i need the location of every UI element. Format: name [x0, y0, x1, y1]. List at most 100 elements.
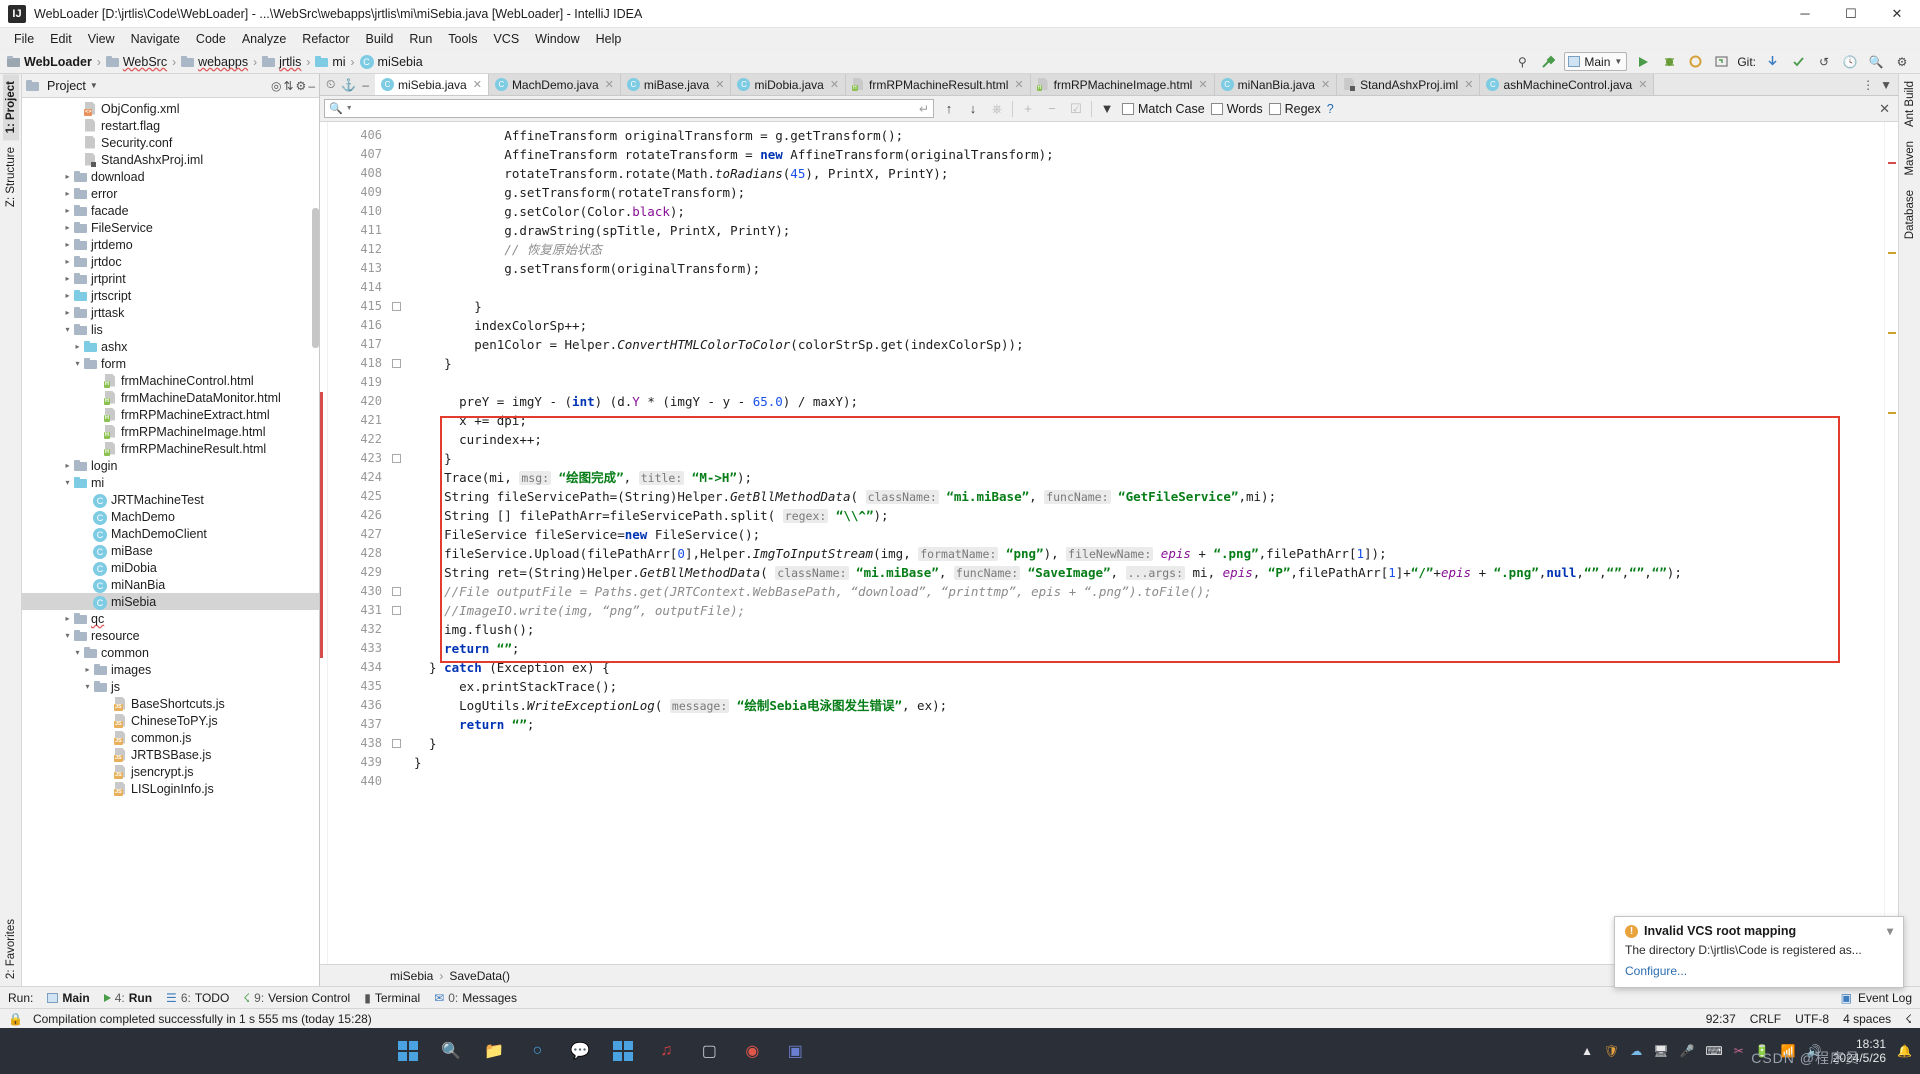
- code-line[interactable]: x += dpi;: [408, 411, 1884, 430]
- commit-icon[interactable]: [1788, 53, 1808, 71]
- tree-item[interactable]: HfrmMachineDataMonitor.html: [22, 389, 319, 406]
- fold-marker[interactable]: [390, 620, 408, 639]
- fold-marker[interactable]: [390, 297, 408, 316]
- editor-tab-misebia-java[interactable]: CmiSebia.java ✕: [375, 74, 489, 95]
- breadcrumb-method[interactable]: SaveData(): [449, 969, 510, 983]
- file-explorer-icon[interactable]: 📁: [479, 1036, 509, 1066]
- search-input-wrapper[interactable]: 🔍 ▼ ↵: [324, 99, 934, 118]
- breadcrumb-item-webloader[interactable]: WebLoader: [4, 54, 95, 70]
- close-tab-icon[interactable]: ✕: [1014, 78, 1023, 91]
- collapse-all-icon[interactable]: ⇅: [283, 79, 293, 93]
- fold-marker[interactable]: [390, 468, 408, 487]
- fold-marker[interactable]: [390, 164, 408, 183]
- menu-item-file[interactable]: File: [6, 29, 42, 49]
- editor-tab-standashxproj-iml[interactable]: StandAshxProj.iml ✕: [1337, 74, 1481, 95]
- branch-indicator[interactable]: ☇: [1905, 1012, 1912, 1026]
- debug-icon[interactable]: [1659, 53, 1679, 71]
- tree-item[interactable]: HfrmRPMachineResult.html: [22, 440, 319, 457]
- tree-item[interactable]: ▸ jrtdemo: [22, 236, 319, 253]
- select-all-occurrences-icon[interactable]: ⎈: [988, 101, 1006, 117]
- bottom-tab-run[interactable]: 4: Run: [103, 991, 152, 1005]
- maximize-button[interactable]: ☐: [1828, 0, 1874, 27]
- chevron-right-icon[interactable]: ▸: [62, 206, 73, 215]
- tree-item[interactable]: Security.conf: [22, 134, 319, 151]
- chevron-down-icon[interactable]: ▼: [90, 81, 98, 90]
- chevron-right-icon[interactable]: ▸: [62, 240, 73, 249]
- minimize-button[interactable]: ─: [1782, 0, 1828, 27]
- rollback-icon[interactable]: ↺: [1814, 53, 1834, 71]
- breadcrumb-item-mi[interactable]: mi: [312, 54, 348, 70]
- chevron-right-icon[interactable]: ▸: [62, 223, 73, 232]
- chevron-right-icon[interactable]: ▸: [62, 274, 73, 283]
- code-line[interactable]: LogUtils.WriteExceptionLog( message: “绘制…: [408, 696, 1884, 715]
- tree-item[interactable]: HfrmRPMachineExtract.html: [22, 406, 319, 423]
- code-line[interactable]: String ret=(String)Helper.GetBllMethodDa…: [408, 563, 1884, 582]
- code-line[interactable]: fileService.Upload(filePathArr[0],Helper…: [408, 544, 1884, 563]
- menu-item-refactor[interactable]: Refactor: [294, 29, 357, 49]
- code-line[interactable]: img.flush();: [408, 620, 1884, 639]
- editor-tab-ashmachinecontrol-java[interactable]: CashMachineControl.java ✕: [1480, 74, 1655, 95]
- fold-marker[interactable]: [390, 563, 408, 582]
- close-tab-icon[interactable]: ✕: [473, 78, 482, 91]
- chevron-right-icon[interactable]: ▸: [62, 172, 73, 181]
- project-scrollbar[interactable]: [312, 208, 319, 348]
- code-line[interactable]: }: [408, 753, 1884, 772]
- chevron-down-icon[interactable]: ▾: [62, 631, 73, 640]
- fold-marker[interactable]: [390, 696, 408, 715]
- fold-marker[interactable]: [390, 126, 408, 145]
- find-previous-icon[interactable]: ↑: [940, 101, 958, 116]
- fold-marker[interactable]: [390, 525, 408, 544]
- rail-tab-antbuild[interactable]: Ant Build: [1902, 74, 1918, 134]
- code-line[interactable]: [408, 772, 1884, 791]
- tree-item[interactable]: HfrmMachineControl.html: [22, 372, 319, 389]
- tree-item[interactable]: <> ObjConfig.xml: [22, 100, 319, 117]
- chevron-down-icon[interactable]: ▾: [72, 648, 83, 657]
- lock-icon[interactable]: 🔒: [8, 1012, 23, 1026]
- error-marker[interactable]: [1888, 162, 1896, 164]
- rail-tab-favorites[interactable]: 2: Favorites: [3, 912, 19, 986]
- wechat-icon[interactable]: 💬: [565, 1036, 595, 1066]
- close-icon[interactable]: ▾: [1887, 924, 1893, 938]
- menu-item-help[interactable]: Help: [588, 29, 630, 49]
- code-line[interactable]: g.drawString(spTitle, PrintX, PrintY);: [408, 221, 1884, 240]
- pin-icon[interactable]: ⚓: [341, 78, 356, 92]
- code-content[interactable]: AffineTransform originalTransform = g.ge…: [408, 122, 1884, 964]
- fold-marker[interactable]: [390, 221, 408, 240]
- words-checkbox[interactable]: Words: [1210, 102, 1263, 116]
- code-line[interactable]: preY = imgY - (int) (d.Y * (imgY - y - 6…: [408, 392, 1884, 411]
- menu-item-window[interactable]: Window: [527, 29, 587, 49]
- fold-marker[interactable]: [390, 601, 408, 620]
- tree-item[interactable]: JS LISLoginInfo.js: [22, 780, 319, 797]
- tree-item[interactable]: ▾ form: [22, 355, 319, 372]
- fold-marker[interactable]: [390, 278, 408, 297]
- tree-item[interactable]: ▾ js: [22, 678, 319, 695]
- menu-item-code[interactable]: Code: [188, 29, 234, 49]
- recent-files-icon[interactable]: ⏲: [326, 77, 335, 92]
- fold-marker[interactable]: [390, 145, 408, 164]
- line-separator[interactable]: CRLF: [1750, 1012, 1781, 1026]
- fold-marker[interactable]: [390, 753, 408, 772]
- fold-marker[interactable]: [390, 677, 408, 696]
- app-icon[interactable]: ▢: [694, 1036, 724, 1066]
- code-line[interactable]: [408, 373, 1884, 392]
- menu-item-vcs[interactable]: VCS: [485, 29, 527, 49]
- chevron-down-icon[interactable]: ▼: [346, 105, 353, 112]
- tree-item[interactable]: ▸ FileService: [22, 219, 319, 236]
- code-editor[interactable]: 406 407 408 409 410 411 412 413 414 415 416 417 418 4…: [320, 122, 1898, 964]
- fold-marker[interactable]: [390, 430, 408, 449]
- tree-item[interactable]: ▸ ashx: [22, 338, 319, 355]
- fold-marker[interactable]: [390, 715, 408, 734]
- file-encoding[interactable]: UTF-8: [1795, 1012, 1829, 1026]
- music-icon[interactable]: ♫: [651, 1036, 681, 1066]
- run-with-coverage-icon[interactable]: [1685, 53, 1705, 71]
- tree-item[interactable]: restart.flag: [22, 117, 319, 134]
- target-icon[interactable]: ◎: [271, 79, 281, 93]
- editor-tab-machdemo-java[interactable]: C MachDemo.java ✕: [488, 74, 621, 95]
- notification-bell-icon[interactable]: 🔔: [1897, 1044, 1912, 1058]
- code-line[interactable]: return “”;: [408, 639, 1884, 658]
- tree-item[interactable]: C JRTMachineTest: [22, 491, 319, 508]
- chevron-right-icon[interactable]: ▸: [62, 189, 73, 198]
- remove-selection-icon[interactable]: −: [1043, 101, 1061, 116]
- breadcrumb-item-websrc[interactable]: WebSrc: [103, 54, 170, 70]
- search-everywhere-icon[interactable]: ⚲: [1512, 53, 1532, 71]
